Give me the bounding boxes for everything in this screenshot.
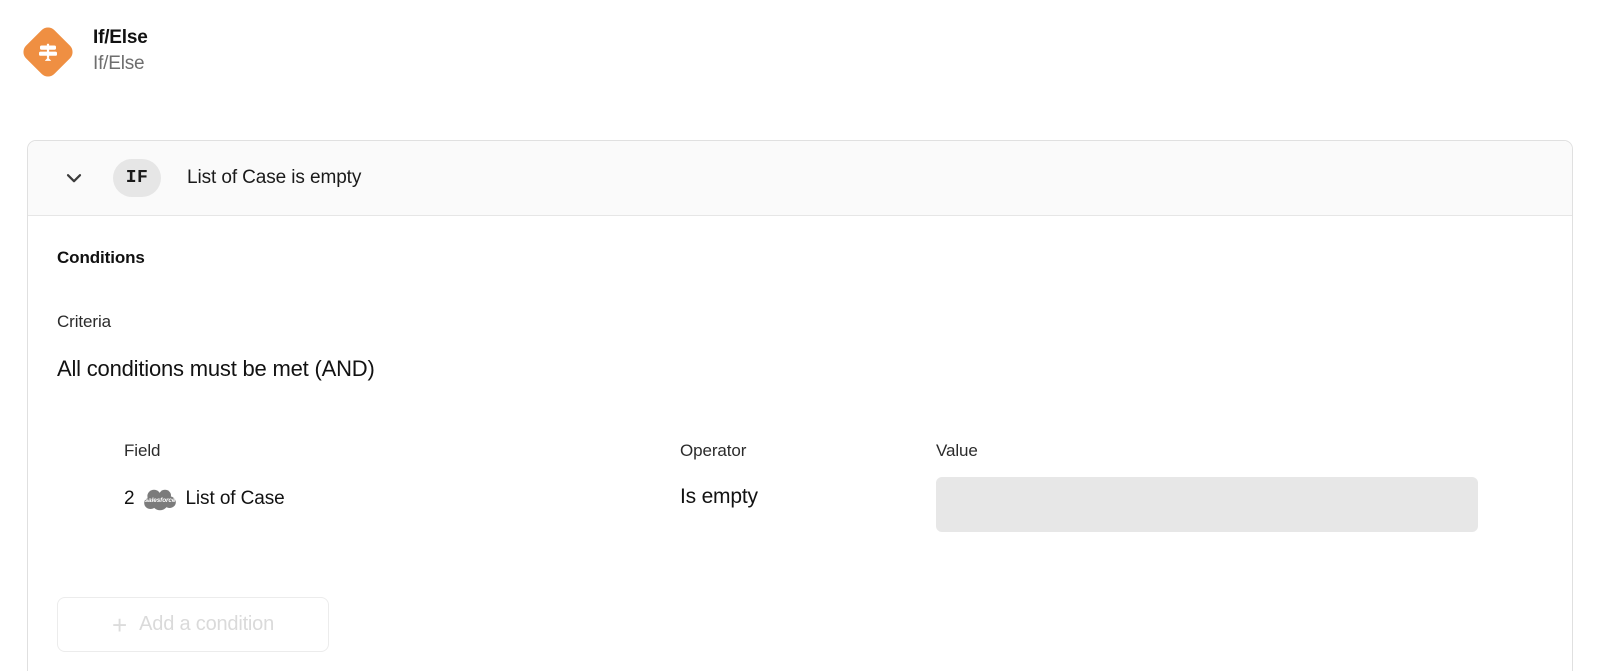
condition-value-input[interactable] — [936, 477, 1478, 532]
add-condition-label: Add a condition — [139, 613, 275, 635]
if-else-signpost-icon — [19, 23, 77, 80]
criteria-label: Criteria — [57, 312, 111, 331]
app-header: If/Else If/Else — [0, 0, 1600, 110]
column-header-value: Value — [936, 441, 978, 460]
if-badge: IF — [113, 159, 161, 197]
branch-header[interactable]: IF List of Case is empty — [28, 141, 1572, 216]
header-text-group: If/Else If/Else — [93, 27, 148, 76]
main-content: IF List of Case is empty Conditions Crit… — [0, 103, 1600, 671]
condition-field-cell[interactable]: 2 salesforce List of Case — [124, 487, 285, 511]
branch-body: Conditions Criteria All conditions must … — [28, 216, 1572, 671]
salesforce-cloud-icon: salesforce — [144, 489, 176, 511]
page-title: If/Else — [93, 27, 148, 48]
icon-signpost-glyph — [20, 24, 76, 80]
condition-operator-value[interactable]: Is empty — [680, 485, 758, 509]
criteria-value[interactable]: All conditions must be met (AND) — [57, 356, 375, 382]
add-condition-button[interactable]: + Add a condition — [57, 597, 329, 652]
page-subtitle: If/Else — [93, 53, 145, 74]
conditions-heading: Conditions — [57, 248, 145, 267]
condition-field-name: List of Case — [185, 488, 285, 509]
condition-operator-column: Operator Is empty — [680, 441, 758, 509]
condition-row: Field 2 salesforce List of Case Operator… — [28, 441, 1572, 551]
condition-value-column: Value — [936, 441, 1478, 532]
svg-text:salesforce: salesforce — [145, 497, 176, 504]
condition-index: 2 — [124, 488, 135, 509]
column-header-field: Field — [124, 441, 161, 460]
column-header-operator: Operator — [680, 441, 747, 460]
branch-summary: List of Case is empty — [187, 167, 362, 188]
if-branch-card: IF List of Case is empty Conditions Crit… — [27, 140, 1573, 671]
condition-field-column: Field 2 salesforce List of Case — [124, 441, 285, 511]
plus-icon: + — [111, 609, 128, 640]
chevron-down-icon[interactable] — [57, 161, 91, 195]
